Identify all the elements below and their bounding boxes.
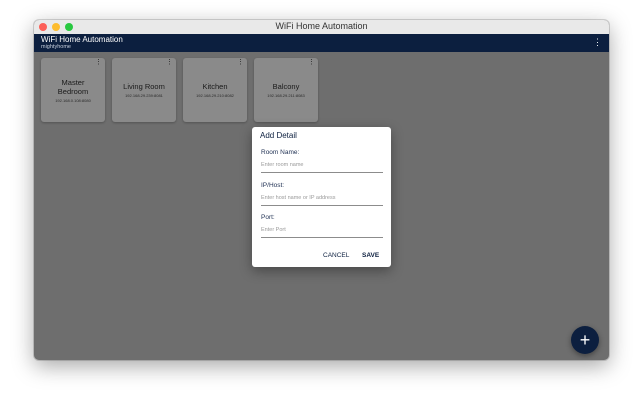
app-bar: WiFi Home Automation mightyhome ⋮ [34, 34, 609, 52]
room-card-living-room[interactable]: ⋮ Living Room 192.168.29.239:8081 [112, 58, 176, 122]
window-title: WiFi Home Automation [275, 21, 368, 31]
more-vertical-icon[interactable]: ⋮ [593, 36, 602, 48]
room-ip: 192.168.0.108:8080 [55, 97, 91, 103]
app-subtitle: mightyhome [41, 44, 71, 50]
save-button[interactable]: SAVE [362, 252, 379, 259]
port-label: Port: [261, 214, 275, 221]
room-ip: 192.168.29.211:8083 [267, 93, 305, 98]
app-title: WiFi Home Automation [41, 35, 123, 44]
room-name-label: Room Name: [261, 149, 300, 156]
host-input[interactable]: Enter host name or IP address [261, 195, 383, 206]
host-label: IP/Host: [261, 182, 285, 189]
port-input[interactable]: Enter Port [261, 227, 383, 238]
plus-icon: + [579, 330, 591, 350]
room-card-kitchen[interactable]: ⋮ Kitchen 192.168.29.210:8082 [183, 58, 247, 122]
room-name: Master Bedroom [57, 77, 89, 96]
room-card-balcony[interactable]: ⋮ Balcony 192.168.29.211:8083 [254, 58, 318, 122]
room-name: Living Room [123, 82, 165, 91]
dialog-title: Add Detail [260, 131, 297, 140]
app-window: WiFi Home Automation WiFi Home Automatio… [34, 20, 609, 360]
room-card-master-bedroom[interactable]: ⋮ Master Bedroom 192.168.0.108:8080 [41, 58, 105, 122]
window-titlebar: WiFi Home Automation [34, 20, 609, 35]
cancel-button[interactable]: CANCEL [323, 252, 349, 259]
room-name: Balcony [272, 82, 300, 91]
add-detail-dialog: Add Detail Room Name: Enter room name IP… [252, 127, 391, 267]
room-name: Kitchen [202, 82, 228, 91]
add-room-button[interactable]: + [571, 326, 599, 354]
room-ip: 192.168.29.239:8081 [125, 93, 163, 98]
room-ip: 192.168.29.210:8082 [196, 93, 234, 98]
room-name-input[interactable]: Enter room name [261, 162, 383, 173]
